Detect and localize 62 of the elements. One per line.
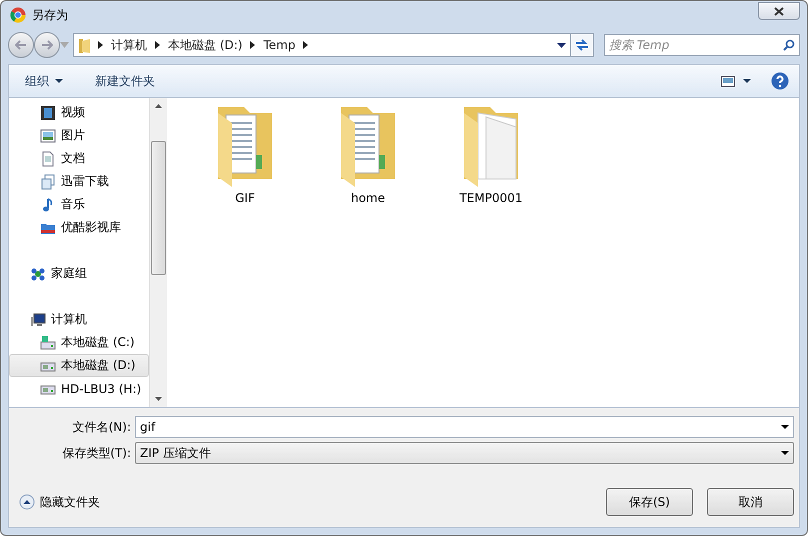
help-icon[interactable] [771,72,789,90]
breadcrumb-item[interactable]: Temp [261,38,298,52]
address-bar[interactable]: 计算机 本地磁盘 (D:) Temp [73,33,571,57]
chevron-right-icon[interactable] [98,41,103,49]
sidebar-item[interactable]: 家庭组 [9,262,149,285]
refresh-button[interactable] [570,33,594,57]
scrollbar-thumb[interactable] [151,140,166,274]
window-title: 另存为 [32,6,69,24]
chevron-right-icon[interactable] [155,41,160,49]
drive-icon [40,334,56,350]
search-icon [783,39,795,51]
app-logo-icon [10,7,26,23]
folder-name[interactable]: GIF [235,191,255,205]
sidebar-item[interactable]: 文档 [9,147,149,170]
hide-folders-button[interactable]: 隐藏文件夹 [19,494,100,510]
document-stack-icon [40,174,56,190]
sidebar-item[interactable]: HD-LBU3 (H:) [9,377,149,400]
back-button[interactable] [8,32,34,58]
view-options-icon[interactable] [721,74,751,88]
filename-label: 文件名(N): [72,418,131,436]
refresh-arrows-icon [575,39,589,51]
chevron-right-icon[interactable] [303,41,308,49]
caret-icon [55,79,63,83]
dialog-button[interactable]: 取消 [707,488,794,516]
picture-icon [40,128,56,144]
folder-name[interactable]: TEMP0001 [459,191,523,205]
search-field[interactable]: 搜索 Temp [604,34,800,56]
close-icon [774,6,784,16]
sidebar-item[interactable]: 音乐 [9,193,149,216]
right-arrow-icon [41,40,53,50]
dropdown-arrow-icon[interactable] [557,42,566,48]
scrollbar[interactable] [149,98,167,407]
film-icon [40,104,56,120]
document-icon [40,150,56,166]
sidebar-item[interactable]: 迅雷下载 [9,170,149,193]
sidebar-item[interactable]: 本地磁盘 (D:) [9,354,149,377]
dropdown-arrow-icon [781,451,789,455]
chevron-right-icon[interactable] [250,41,256,49]
forward-button[interactable] [34,32,60,58]
folder-icon [78,37,92,53]
organize-menu[interactable]: 组织 [19,70,69,92]
file-type-dropdown[interactable]: ZIP 压缩文件 [135,442,794,464]
file-type-label: 保存类型(T): [61,444,131,462]
filename-field[interactable]: gif [135,416,794,438]
collapse-icon [19,494,35,510]
dialog-button[interactable]: 保存(S) [606,488,693,516]
close-button[interactable] [758,2,800,20]
computer-icon [30,312,46,328]
dropdown-arrow-icon [781,425,789,429]
sidebar-item[interactable]: 计算机 [9,308,149,331]
folder-name[interactable]: home [350,191,386,205]
homegroup-icon [30,266,46,282]
breadcrumb-item[interactable]: 本地磁盘 (D:) [166,36,244,54]
sidebar-item[interactable]: 本地磁盘 (C:) [9,331,149,354]
left-arrow-icon [15,40,27,50]
sidebar-item[interactable]: 优酷影视库 [9,216,149,239]
sidebar-item[interactable]: 视频 [9,101,149,124]
sidebar-item[interactable]: 图片 [9,124,149,147]
down-arrow-icon[interactable] [155,397,162,401]
breadcrumb-item[interactable]: 计算机 [109,36,149,54]
new-folder-button[interactable]: 新建文件夹 [89,70,161,92]
up-arrow-icon[interactable] [155,104,162,108]
